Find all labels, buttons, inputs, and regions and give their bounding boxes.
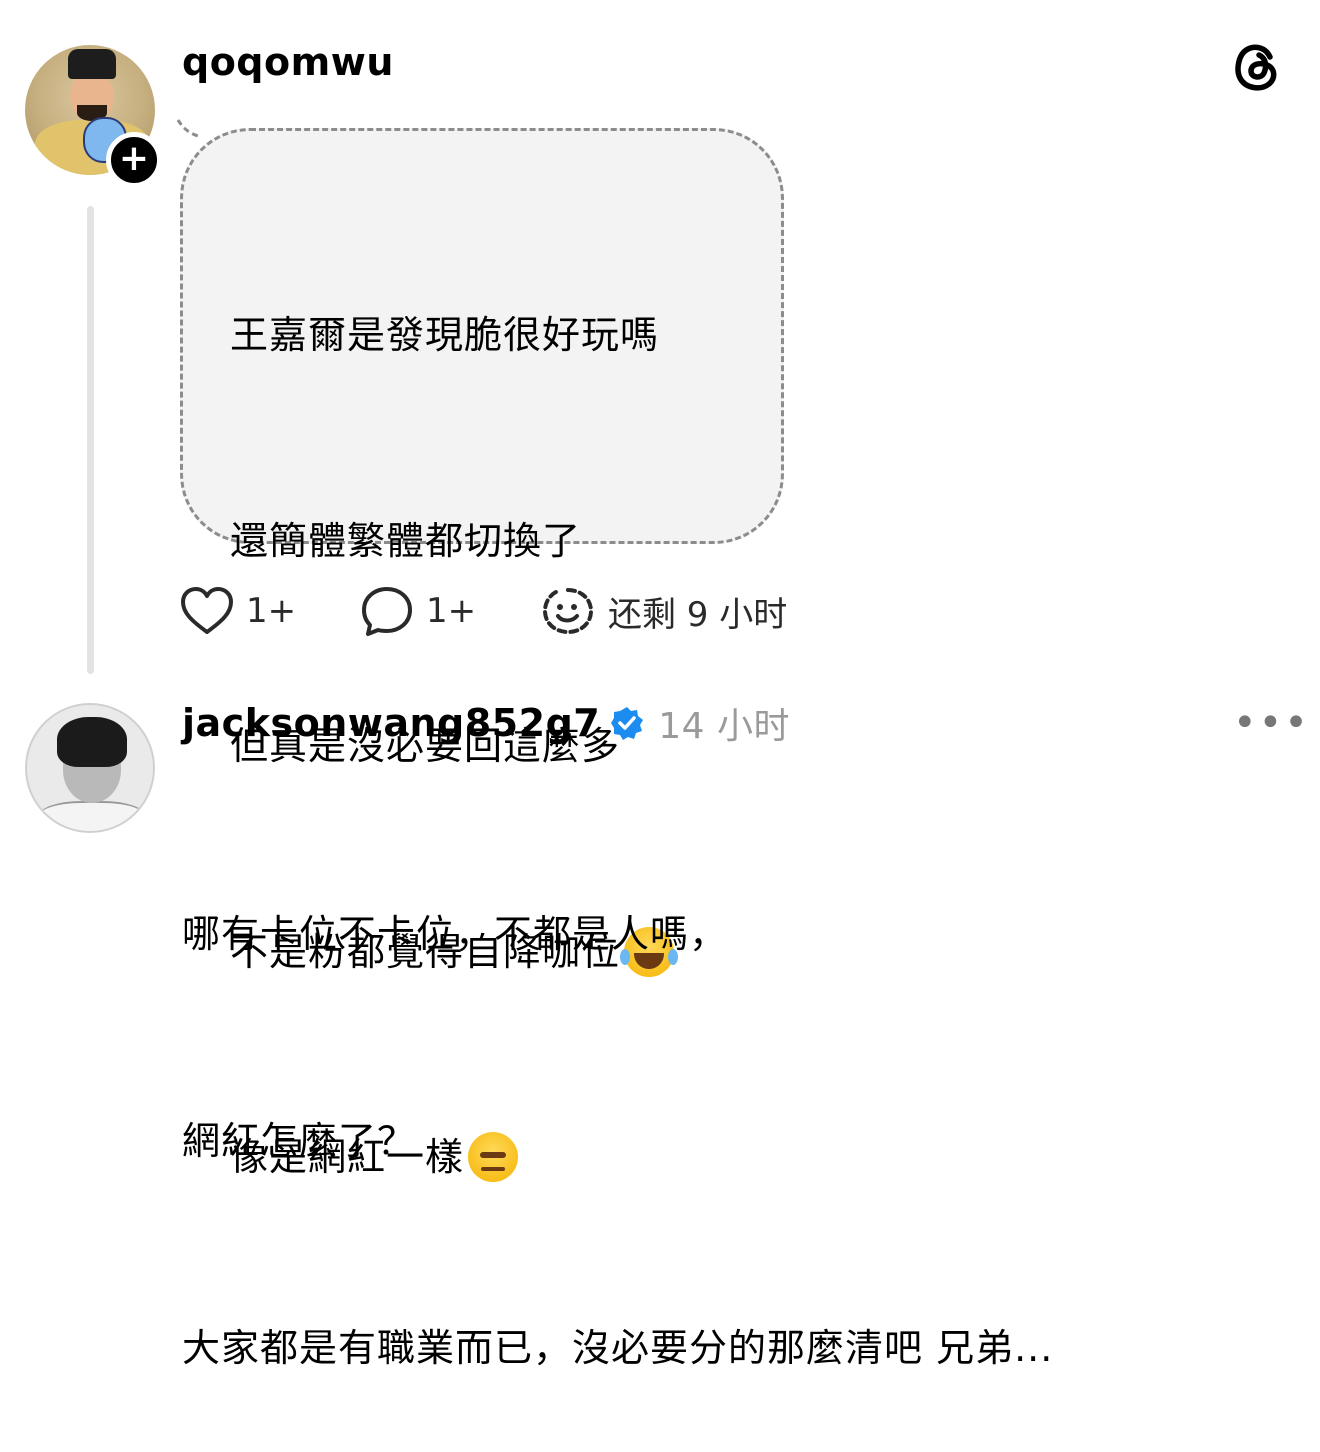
reply-avatar[interactable] bbox=[25, 703, 155, 833]
bubble-tail bbox=[176, 119, 199, 138]
follow-plus-icon[interactable]: + bbox=[106, 132, 162, 188]
reply-icon bbox=[362, 587, 412, 636]
reply-line: 哪有卡位不卡位，不都是人嗎， bbox=[182, 912, 729, 956]
avatar-hair bbox=[57, 717, 127, 767]
reply-line: 網紅怎麼了？ bbox=[182, 1119, 417, 1163]
post-line: 王嘉爾是發現脆很好玩嗎 bbox=[230, 301, 674, 370]
reply-username[interactable]: jacksonwang852g7 bbox=[182, 701, 600, 745]
post-line-text: 王嘉爾是發現脆很好玩嗎 bbox=[230, 313, 660, 357]
post-line: 還簡體繁體都切換了 bbox=[230, 507, 674, 576]
post-username[interactable]: qoqomwu bbox=[182, 40, 394, 84]
verified-icon bbox=[611, 707, 644, 740]
avatar-shirt bbox=[37, 801, 147, 831]
like-button[interactable]: 1+ bbox=[180, 583, 296, 639]
avatar-hat bbox=[68, 49, 116, 79]
like-count: 1+ bbox=[246, 591, 297, 631]
reply-time: 14 小时 bbox=[658, 706, 790, 747]
ephemeral-smile-icon bbox=[542, 588, 594, 635]
threads-logo-icon[interactable] bbox=[1230, 40, 1284, 94]
reply-header: jacksonwang852g7 14 小时 bbox=[182, 697, 790, 749]
reply-button[interactable]: 1+ bbox=[360, 583, 476, 639]
reply-line: 大家都是有職業而已，沒必要分的那麼清吧 兄弟... bbox=[182, 1326, 1054, 1370]
post-line-text: 還簡體繁體都切換了 bbox=[230, 518, 582, 563]
thread-connector-line bbox=[87, 206, 94, 674]
reply-text: 哪有卡位不卡位，不都是人嗎， 網紅怎麼了？ 大家都是有職業而已，沒必要分的那麼清… bbox=[182, 762, 1053, 1452]
ephemeral-timer: 还剩 9 小时 bbox=[540, 583, 787, 639]
more-options-icon[interactable]: ••• bbox=[1233, 700, 1310, 746]
reply-count: 1+ bbox=[426, 591, 477, 631]
heart-icon bbox=[181, 587, 233, 634]
expires-text: 还剩 9 小时 bbox=[608, 594, 788, 635]
